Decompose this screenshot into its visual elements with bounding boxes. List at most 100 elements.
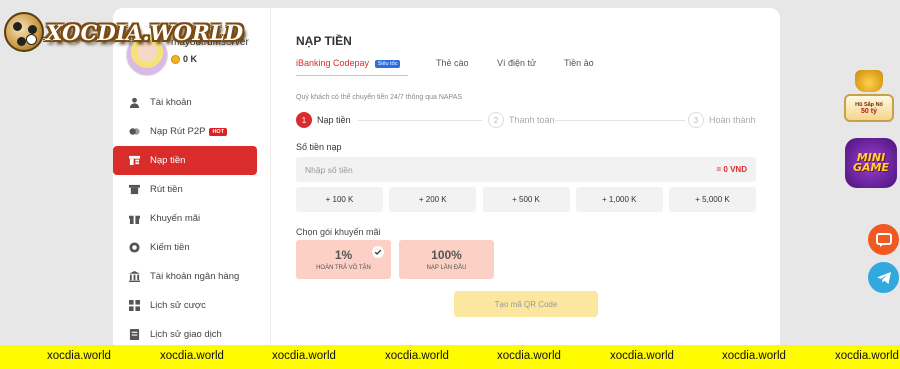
preset-500k-button[interactable]: + 500 K	[482, 187, 570, 212]
ticker-item: xocdia.world	[272, 350, 336, 362]
sidebar-item-earn[interactable]: Kiếm tiền	[113, 233, 271, 262]
telegram-icon	[876, 271, 891, 284]
sidebar-item-bank-account[interactable]: Tài khoản ngân hàng	[113, 262, 271, 291]
sidebar-item-promotions[interactable]: Khuyến mãi	[113, 204, 271, 233]
brand-logo[interactable]: XOCDIA.WORLD	[4, 12, 243, 52]
ticker-item: xocdia.world	[835, 350, 899, 362]
tab-scratch-card[interactable]: Thẻ cào	[436, 58, 497, 76]
sidebar-item-label: Tài khoản	[150, 97, 192, 108]
step-connector	[539, 120, 685, 121]
chat-icon	[875, 232, 892, 247]
tab-badge: Siêu tốc	[374, 60, 401, 68]
step-number: 2	[488, 112, 504, 128]
ticker-item: xocdia.world	[385, 350, 449, 362]
ticker-item: xocdia.world	[47, 350, 111, 362]
sidebar-item-label: Tài khoản ngân hàng	[150, 271, 240, 282]
sidebar-item-label: Lịch sử cược	[150, 300, 206, 311]
sidebar-item-bet-history[interactable]: Lịch sử cược	[113, 291, 271, 320]
transaction-history-icon	[129, 329, 140, 340]
coin-icon	[171, 54, 180, 64]
dice-plate-icon	[4, 12, 44, 52]
amount-field: = 0 VND	[296, 157, 756, 182]
jackpot-crown-icon	[855, 70, 883, 92]
tab-label: Thẻ cào	[436, 58, 469, 68]
ticker-item: xocdia.world	[497, 350, 561, 362]
promo-percent: 100%	[431, 248, 462, 262]
ticker-item: xocdia.world	[610, 350, 674, 362]
tab-ibanking[interactable]: iBanking Codepay Siêu tốc	[296, 58, 436, 76]
step-2: 2 Thanh toán	[488, 112, 555, 128]
sidebar-item-label: Nạp tiền	[150, 155, 186, 166]
minigame-button[interactable]: MINI GAME	[845, 138, 897, 188]
create-qr-button[interactable]: Tạo mã QR Code	[454, 291, 598, 317]
sidebar-item-deposit[interactable]: Nạp tiền	[113, 146, 257, 175]
promo-name: HOÀN TRẢ VÔ TẬN	[316, 265, 371, 271]
promo-option-cashback[interactable]: 1% HOÀN TRẢ VÔ TẬN	[296, 240, 391, 279]
step-label: Thanh toán	[509, 115, 555, 125]
amount-presets: + 100 K + 200 K + 500 K + 1,000 K + 5,00…	[296, 187, 756, 212]
preset-200k-button[interactable]: + 200 K	[389, 187, 477, 212]
amount-total: = 0 VND	[716, 165, 747, 174]
jackpot-widget[interactable]: Hũ Sắp Nổ 50 tỷ	[843, 70, 895, 126]
sidebar-item-label: Nạp Rút P2P	[150, 126, 206, 137]
amount-label: Số tiền nạp	[296, 142, 342, 152]
step-number: 3	[688, 112, 704, 128]
step-label: Hoàn thành	[709, 115, 756, 125]
page-title: NẠP TIỀN	[296, 34, 352, 48]
withdraw-icon	[129, 184, 140, 195]
promo-label: Chọn gói khuyến mãi	[296, 227, 381, 237]
tab-e-wallet[interactable]: Ví điện tử	[497, 58, 564, 76]
sidebar-item-p2p[interactable]: Nạp Rút P2P HOT	[113, 117, 271, 146]
amount-input[interactable]	[305, 164, 605, 175]
sidebar: may88trumserver 0 K Tài khoản Nạp Rút P2…	[113, 8, 271, 353]
minigame-label-bottom: GAME	[852, 161, 889, 174]
sidebar-item-label: Kiếm tiền	[150, 242, 190, 253]
sidebar-item-withdraw[interactable]: Rút tiền	[113, 175, 271, 204]
check-icon	[372, 246, 384, 258]
promo-option-first-deposit[interactable]: 100% NẠP LẦN ĐẦU	[399, 240, 494, 279]
deposit-icon	[129, 155, 140, 166]
notice-text: Quý khách có thể chuyển tiền 24/7 thông …	[296, 94, 463, 101]
sidebar-menu: Tài khoản Nạp Rút P2P HOT Nạp tiền Rút t…	[113, 88, 271, 349]
promo-options: 1% HOÀN TRẢ VÔ TẬN 100% NẠP LẦN ĐẦU	[296, 240, 502, 279]
step-number: 1	[296, 112, 312, 128]
ticker-item: xocdia.world	[160, 350, 224, 362]
logo-text: XOCDIA.WORLD	[46, 19, 244, 45]
sidebar-item-label: Khuyến mãi	[150, 213, 201, 224]
deposit-steps: 1 Nạp tiền 2 Thanh toán 3 Hoàn thành	[296, 111, 756, 129]
preset-100k-button[interactable]: + 100 K	[296, 187, 383, 212]
deposit-content: NẠP TIỀN iBanking Codepay Siêu tốc Thẻ c…	[296, 8, 756, 353]
payment-method-tabs: iBanking Codepay Siêu tốc Thẻ cào Ví điệ…	[296, 58, 756, 76]
jackpot-amount: 50 tỷ	[861, 107, 877, 115]
preset-5000k-button[interactable]: + 5,000 K	[669, 187, 756, 212]
promo-percent: 1%	[334, 248, 353, 262]
bank-icon	[129, 271, 140, 282]
domain-ticker: xocdia.world xocdia.world xocdia.world x…	[0, 345, 900, 369]
tab-crypto[interactable]: Tiền ảo	[564, 58, 594, 76]
telegram-button[interactable]	[868, 262, 899, 293]
hot-badge: HOT	[209, 127, 228, 136]
p2p-icon	[129, 126, 140, 137]
tab-label: Tiền ảo	[564, 58, 594, 68]
bet-history-icon	[129, 300, 140, 311]
sidebar-item-label: Lịch sử giao dịch	[150, 329, 222, 340]
preset-1000k-button[interactable]: + 1,000 K	[575, 187, 663, 212]
sidebar-item-account[interactable]: Tài khoản	[113, 88, 271, 117]
earn-icon	[129, 242, 140, 253]
promo-name: NẠP LẦN ĐẦU	[426, 265, 467, 271]
tab-label: iBanking Codepay	[296, 58, 370, 68]
sidebar-item-label: Rút tiền	[150, 184, 183, 195]
balance: 0 K	[171, 54, 197, 64]
gift-icon	[129, 213, 140, 224]
jackpot-tag: Hũ Sắp Nổ 50 tỷ	[844, 94, 894, 122]
ticker-item: xocdia.world	[722, 350, 786, 362]
step-1: 1 Nạp tiền	[296, 112, 351, 128]
account-panel: may88trumserver 0 K Tài khoản Nạp Rút P2…	[113, 8, 780, 353]
tab-label: Ví điện tử	[497, 58, 537, 68]
live-chat-button[interactable]	[868, 224, 899, 255]
step-connector	[358, 120, 482, 121]
balance-value: 0 K	[183, 54, 198, 64]
user-icon	[129, 97, 140, 108]
step-3: 3 Hoàn thành	[688, 112, 756, 128]
step-label: Nạp tiền	[317, 115, 351, 125]
